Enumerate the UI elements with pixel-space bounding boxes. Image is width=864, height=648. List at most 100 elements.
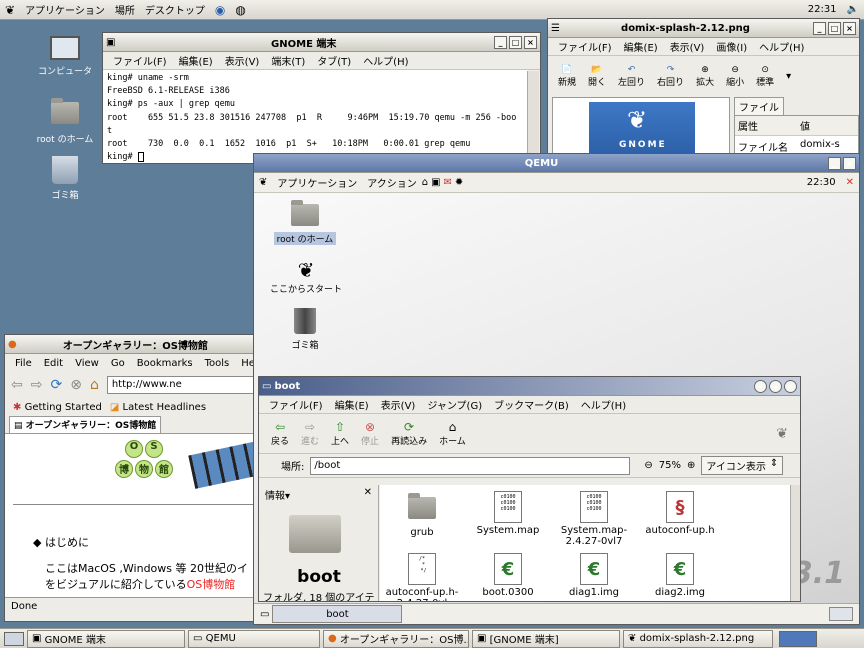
menu-file[interactable]: ファイル(F): [263, 397, 329, 412]
menu-go[interactable]: ジャンプ(G): [421, 397, 488, 412]
menu-places[interactable]: 場所: [110, 2, 140, 17]
show-desktop-icon[interactable]: ▭: [260, 609, 269, 620]
reload-icon[interactable]: ⟳: [50, 377, 62, 393]
menu-bookmarks[interactable]: Bookmarks: [131, 358, 199, 369]
window-menu-icon[interactable]: ☰: [551, 23, 560, 34]
terminal-titlebar[interactable]: ▣ GNOME 端末 _ □ ×: [103, 33, 540, 52]
task-firefox[interactable]: ● オープンギャラリー：OS博...: [323, 629, 469, 648]
guest-icon-start-here[interactable]: ❦ ここからスタート: [268, 258, 344, 295]
workspace-switcher[interactable]: [829, 607, 853, 621]
zoom-in-button[interactable]: ⊕ 拡大: [690, 63, 720, 90]
file-item[interactable]: € diag2.img: [638, 553, 722, 598]
stop-button[interactable]: ⊗ 停止: [355, 418, 385, 449]
menu-bookmarks[interactable]: ブックマーク(B): [488, 397, 575, 412]
guest-task-boot[interactable]: boot: [272, 605, 403, 623]
tab-file[interactable]: ファイル: [734, 97, 784, 115]
clock[interactable]: 22:31: [803, 4, 842, 15]
task-qemu[interactable]: ▭ QEMU: [188, 629, 320, 648]
zoom-out-button[interactable]: ⊖ 縮小: [720, 63, 750, 90]
zoom-in-icon[interactable]: ⊕: [687, 460, 695, 471]
file-item[interactable]: c0100 c0100 c0100 System.map: [466, 491, 550, 536]
file-item[interactable]: § autoconf-up.h: [638, 491, 722, 536]
normal-size-button[interactable]: ⊙ 標準: [750, 63, 780, 90]
help-launcher-icon[interactable]: ◍: [230, 3, 250, 17]
close-button[interactable]: ×: [843, 21, 856, 35]
terminal-scrollbar[interactable]: [527, 71, 539, 163]
os-museum-link[interactable]: OS博物館: [187, 578, 236, 591]
side-pane-selector[interactable]: 情報▾: [265, 487, 290, 502]
task-terminal-2[interactable]: ▣ [GNOME 端末]: [472, 629, 620, 648]
menu-edit[interactable]: Edit: [38, 358, 69, 369]
menu-image[interactable]: 画像(I): [710, 39, 753, 54]
maximize-button[interactable]: □: [509, 35, 522, 49]
menu-terminal[interactable]: 端末(T): [265, 53, 311, 68]
image-viewer-titlebar[interactable]: ☰ domix-splash-2.12.png _ □ ×: [548, 19, 859, 38]
menu-go[interactable]: Go: [105, 358, 131, 369]
volume-muted-icon[interactable]: ✕: [841, 177, 859, 188]
gnome-foot-icon[interactable]: ❦: [0, 3, 20, 17]
bookmark-latest-headlines[interactable]: ◪ Latest Headlines: [110, 402, 206, 413]
forward-arrow-icon[interactable]: ⇨: [31, 377, 43, 393]
menu-edit[interactable]: 編集(E): [618, 39, 664, 54]
menu-view[interactable]: 表示(V): [664, 39, 711, 54]
reload-button[interactable]: ⟳ 再読込み: [385, 418, 433, 449]
volume-icon[interactable]: 🔈: [842, 4, 864, 15]
menu-tabs[interactable]: タブ(T): [311, 53, 357, 68]
guest-clock[interactable]: 22:30: [802, 177, 841, 188]
menu-edit[interactable]: 編集(E): [329, 397, 375, 412]
task-image-viewer[interactable]: ❦ domix-splash-2.12.png: [623, 629, 773, 648]
gear-icon[interactable]: ✹: [455, 177, 463, 188]
stop-icon[interactable]: ⊗: [70, 377, 82, 393]
maximize-button[interactable]: ▴: [769, 379, 782, 393]
zoom-out-icon[interactable]: ⊖: [644, 460, 652, 471]
gnome-foot-icon[interactable]: ❦: [254, 177, 272, 188]
menu-tools[interactable]: Tools: [199, 358, 236, 369]
open-button[interactable]: 📂 開く: [582, 63, 612, 90]
col-value[interactable]: 値: [800, 118, 810, 133]
file-item[interactable]: c0100 c0100 c0100 System.map-2.4.27-0vl7: [552, 491, 636, 547]
desktop-icon-home[interactable]: root のホーム: [28, 98, 102, 145]
menu-edit[interactable]: 編集(E): [173, 53, 219, 68]
desktop-icon-trash[interactable]: ゴミ箱: [28, 156, 102, 201]
close-button[interactable]: ×: [784, 379, 797, 393]
file-view-scrollbar[interactable]: [790, 485, 800, 601]
col-attribute[interactable]: 属性: [738, 118, 800, 133]
url-bar[interactable]: http://www.ne: [106, 376, 257, 394]
menu-view[interactable]: 表示(V): [219, 53, 266, 68]
file-item[interactable]: grub: [380, 491, 464, 538]
desktop-icon-computer[interactable]: コンピュータ: [28, 36, 102, 77]
browser-launcher-icon[interactable]: ◉: [210, 3, 230, 17]
new-button[interactable]: 📄 新規: [552, 63, 582, 90]
menu-file[interactable]: ファイル(F): [552, 39, 618, 54]
minimize-button[interactable]: _: [828, 156, 841, 170]
guest-menu-applications[interactable]: アプリケーション: [272, 175, 362, 190]
tab-active[interactable]: ▤ オープンギャラリー：OS博物館: [9, 416, 162, 433]
menu-help[interactable]: ヘルプ(H): [575, 397, 632, 412]
maximize-button[interactable]: □: [828, 21, 841, 35]
file-item[interactable]: € diag1.img: [552, 553, 636, 598]
image-canvas[interactable]: GNOME ❦: [552, 97, 730, 157]
firefox-icon[interactable]: ●: [8, 339, 17, 350]
back-arrow-icon[interactable]: ⇦: [11, 377, 23, 393]
bookmark-getting-started[interactable]: ✱ Getting Started: [13, 402, 102, 413]
rotate-right-button[interactable]: ↷ 右回り: [651, 63, 690, 90]
menu-help[interactable]: ヘルプ(H): [357, 53, 414, 68]
menu-file[interactable]: ファイル(F): [107, 53, 173, 68]
file-view[interactable]: grub c0100 c0100 c0100 System.map c0100 c010…: [380, 485, 790, 601]
guest-icon-trash[interactable]: ゴミ箱: [270, 308, 340, 351]
menu-help[interactable]: ヘルプ(H): [753, 39, 810, 54]
qemu-titlebar[interactable]: QEMU _ ×: [254, 154, 859, 173]
guest-icon-home[interactable]: root のホーム: [270, 200, 340, 245]
show-desktop-icon[interactable]: [4, 631, 24, 646]
minimize-button[interactable]: _: [813, 21, 826, 35]
file-item[interactable]: /* * */ autoconf-up.h-2.4.27-0vl: [380, 553, 464, 601]
workspace-switcher[interactable]: [779, 630, 817, 647]
home-button[interactable]: ⌂ ホーム: [433, 418, 472, 449]
rotate-left-button[interactable]: ↶ 左回り: [612, 63, 651, 90]
minimize-button[interactable]: _: [494, 35, 507, 49]
terminal-output[interactable]: king# uname -srm FreeBSD 6.1-RELEASE i386…: [103, 70, 528, 163]
menu-view[interactable]: 表示(V): [375, 397, 422, 412]
mail-launcher-icon[interactable]: ✉: [444, 177, 452, 188]
terminal-launcher-icon[interactable]: ▣: [431, 177, 440, 188]
menu-desktop[interactable]: デスクトップ: [140, 2, 210, 17]
